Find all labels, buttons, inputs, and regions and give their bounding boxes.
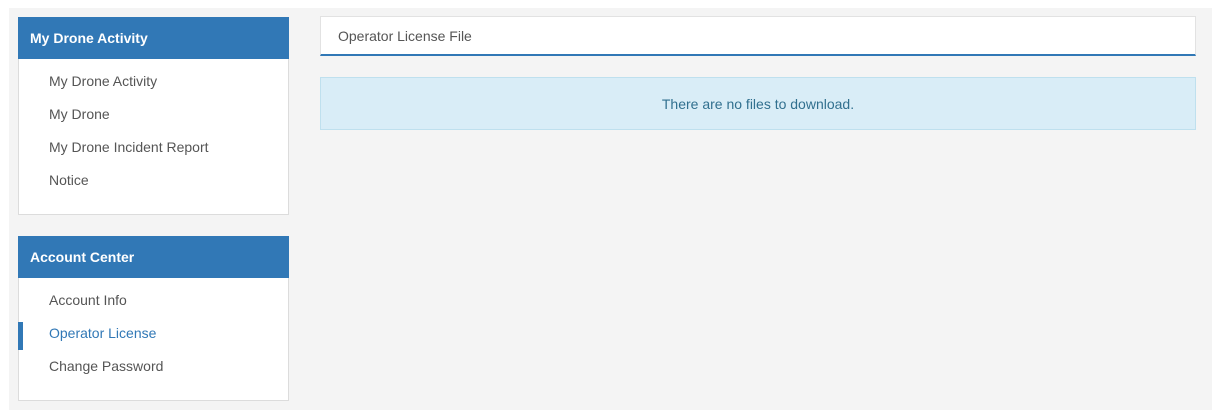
drone-activity-header: My Drone Activity [18,17,289,59]
page-background: My Drone Activity My Drone Activity My D… [9,8,1212,410]
sidebar-item-incident-report[interactable]: My Drone Incident Report [19,131,288,164]
main-content: Operator License File There are no files… [320,16,1196,130]
drone-activity-panel: My Drone Activity My Drone Activity My D… [18,17,289,215]
drone-activity-menu: My Drone Activity My Drone My Drone Inci… [19,59,288,197]
sidebar-item-account-info[interactable]: Account Info [19,284,288,317]
sidebar-item-notice[interactable]: Notice [19,164,288,197]
sidebar-item-my-drone-activity[interactable]: My Drone Activity [19,65,288,98]
sidebar-item-change-password[interactable]: Change Password [19,350,288,383]
sidebar-item-my-drone[interactable]: My Drone [19,98,288,131]
empty-files-alert: There are no files to download. [320,77,1196,130]
account-center-header: Account Center [18,236,289,278]
section-title: Operator License File [320,16,1196,56]
account-center-panel: Account Center Account Info Operator Lic… [18,236,289,401]
sidebar-item-operator-license[interactable]: Operator License [18,317,288,350]
sidebar: My Drone Activity My Drone Activity My D… [18,17,289,401]
account-center-menu: Account Info Operator License Change Pas… [18,278,288,383]
